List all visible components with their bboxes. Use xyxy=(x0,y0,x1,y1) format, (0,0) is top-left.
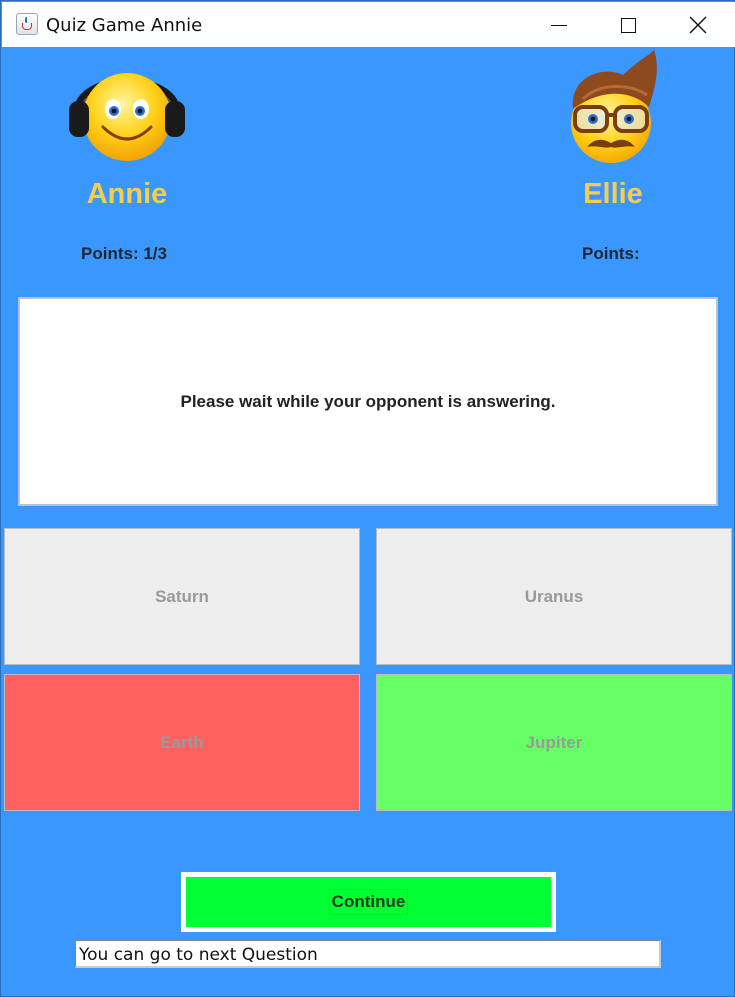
java-app-icon xyxy=(16,13,38,35)
minimize-icon xyxy=(551,24,567,26)
window-title: Quiz Game Annie xyxy=(46,15,203,36)
answer-button-uranus[interactable]: Uranus xyxy=(376,528,732,665)
continue-button-frame: Continue xyxy=(181,872,556,932)
player-name-annie: Annie xyxy=(86,178,168,210)
app-window: Quiz Game Annie Annie Ellie Points: 1/3 … xyxy=(0,0,735,997)
answer-button-jupiter[interactable]: Jupiter xyxy=(376,674,732,811)
maximize-button[interactable] xyxy=(605,3,651,47)
minimize-button[interactable] xyxy=(536,3,582,47)
status-text-field[interactable]: You can go to next Question xyxy=(75,940,661,968)
question-panel: Please wait while your opponent is answe… xyxy=(18,297,718,506)
smiley-headphones-icon xyxy=(69,73,185,161)
close-icon xyxy=(689,16,707,34)
answer-button-earth[interactable]: Earth xyxy=(4,674,360,811)
continue-button[interactable]: Continue xyxy=(186,877,551,927)
question-text: Please wait while your opponent is answe… xyxy=(180,391,556,411)
points-label: Points: xyxy=(582,244,640,263)
maximize-icon xyxy=(620,17,636,33)
points-value: 1/3 xyxy=(143,244,167,263)
player-name-ellie: Ellie xyxy=(583,178,643,210)
points-ellie: Points: xyxy=(582,244,640,264)
points-annie: Points: 1/3 xyxy=(81,244,167,264)
points-label: Points: xyxy=(81,244,139,263)
continue-label: Continue xyxy=(328,889,409,915)
close-button[interactable] xyxy=(675,3,721,47)
smiley-glasses-mustache-icon xyxy=(571,47,657,163)
answer-button-saturn[interactable]: Saturn xyxy=(4,528,360,665)
title-bar[interactable]: Quiz Game Annie xyxy=(2,2,735,47)
